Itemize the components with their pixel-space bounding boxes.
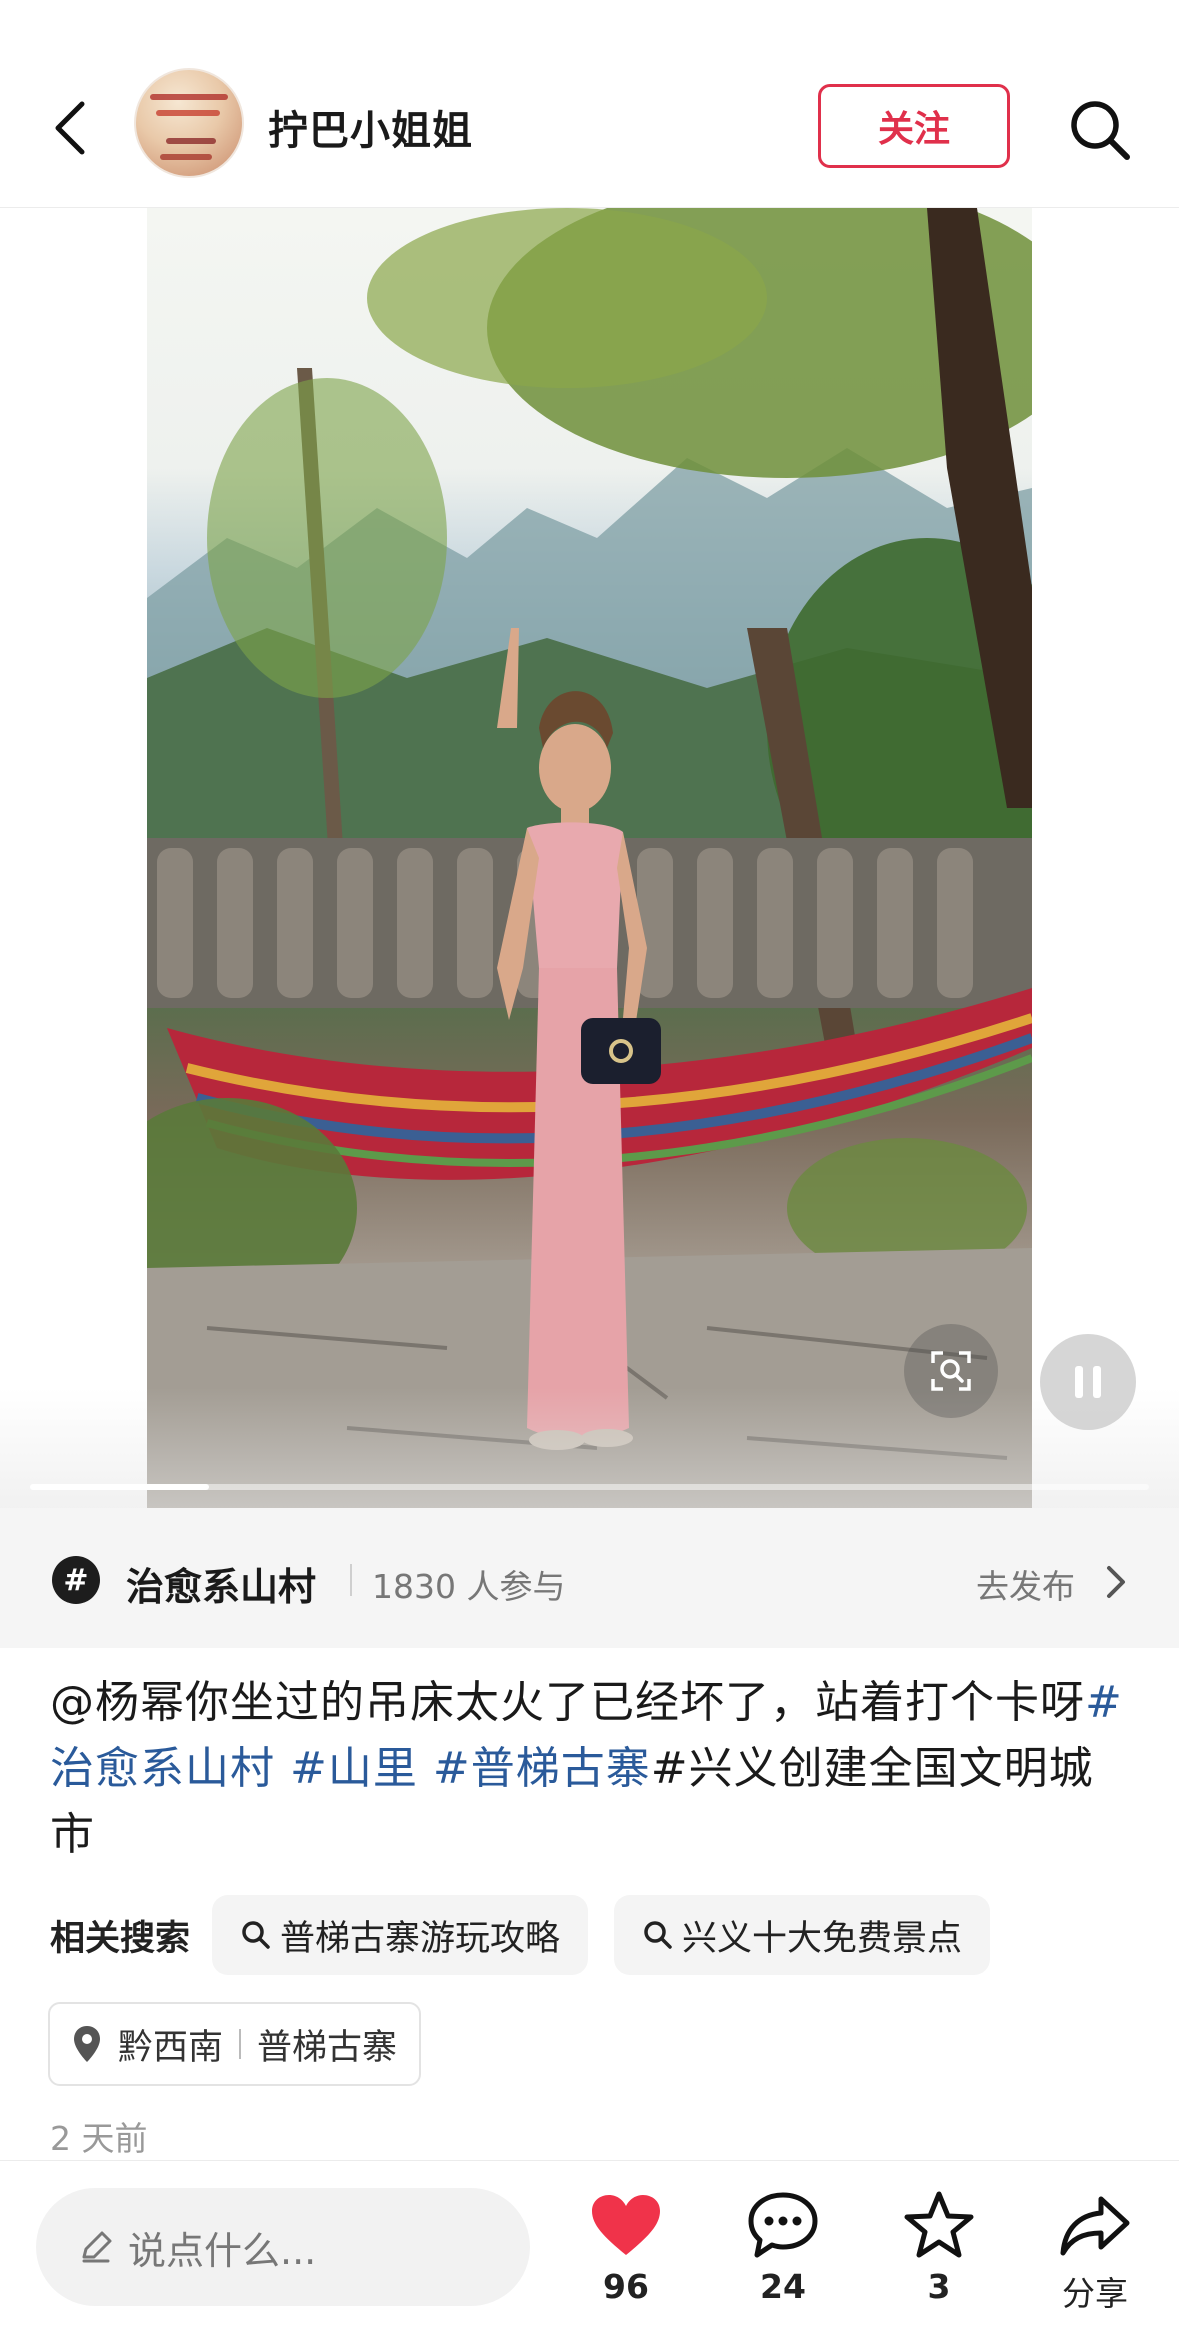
related-search-chip[interactable]: 普梯古寨游玩攻略 <box>212 1895 589 1975</box>
comment-bubble-icon <box>748 2192 818 2258</box>
search-icon <box>644 1921 672 1949</box>
related-search-chip[interactable]: 兴义十大免费景点 <box>614 1895 991 1975</box>
post-photo <box>147 208 1032 1508</box>
like-count: 96 <box>603 2267 649 2306</box>
topic-publish-link[interactable]: 去发布 <box>976 1560 1075 1608</box>
comment-button[interactable]: 24 <box>728 2189 838 2306</box>
pause-button[interactable] <box>1040 1334 1136 1430</box>
video-progress-fill <box>30 1484 210 1490</box>
heart-icon <box>592 2195 660 2255</box>
hashtag-link[interactable]: #山里 <box>275 1743 418 1794</box>
location-divider <box>239 2029 242 2059</box>
bottom-action-bar: 说点什么... 96 24 3 分享 <box>0 2160 1179 2335</box>
image-search-button[interactable] <box>904 1324 998 1418</box>
username[interactable]: 拧巴小姐姐 <box>268 98 473 156</box>
post-time: 2 天前 <box>50 2119 148 2158</box>
back-button[interactable] <box>40 88 100 168</box>
like-button[interactable]: 96 <box>571 2189 681 2306</box>
avatar[interactable] <box>134 68 244 178</box>
pencil-icon <box>82 2231 112 2263</box>
hashtag-icon: # <box>52 1556 100 1604</box>
share-label: 分享 <box>1062 2274 1128 2313</box>
scene-illustration <box>147 208 1032 1508</box>
related-search-text: 兴义十大免费景点 <box>682 1918 963 1959</box>
post-caption: @杨幂你坐过的吊床太火了已经坏了，站着打个卡呀#治愈系山村 #山里 #普梯古寨#… <box>50 1670 1130 1868</box>
favorite-button[interactable]: 3 <box>884 2189 994 2306</box>
search-icon <box>1071 101 1130 160</box>
share-button[interactable]: 分享 <box>1040 2189 1150 2315</box>
topic-bar[interactable]: # 治愈系山村 1830 人参与 去发布 <box>0 1508 1179 1648</box>
location-pin-icon <box>74 2026 100 2062</box>
related-search-label: 相关搜索 <box>50 1918 191 1959</box>
share-arrow-icon <box>1060 2196 1130 2256</box>
caption-text: @杨幂你坐过的吊床太火了已经坏了，站着打个卡呀 <box>50 1677 1085 1728</box>
video-progress-bar[interactable] <box>30 1484 1149 1490</box>
chevron-right-icon[interactable] <box>1098 1562 1134 1602</box>
star-icon <box>904 2191 974 2258</box>
related-searches: 相关搜索 普梯古寨游玩攻略 兴义十大免费景点 <box>50 1895 1016 1975</box>
media-bottom-fade <box>0 1388 1179 1508</box>
back-arrow-icon <box>55 101 85 155</box>
search-button[interactable] <box>1060 90 1140 170</box>
related-search-text: 普梯古寨游玩攻略 <box>280 1918 561 1959</box>
comment-input[interactable]: 说点什么... <box>36 2188 530 2306</box>
favorite-count: 3 <box>927 2267 951 2306</box>
follow-button[interactable]: 关注 <box>818 84 1010 168</box>
pause-icon <box>1075 1366 1101 1398</box>
header: 拧巴小姐姐 关注 <box>0 0 1179 208</box>
comment-count: 24 <box>760 2267 806 2306</box>
location-place: 普梯古寨 <box>257 2027 398 2068</box>
hashtag-link[interactable]: #普梯古寨 <box>418 1743 651 1794</box>
topic-name[interactable]: 治愈系山村 <box>126 1556 316 1611</box>
location-tag[interactable]: 黔西南 普梯古寨 <box>48 2002 422 2086</box>
comment-placeholder: 说点什么... <box>128 2228 317 2273</box>
topic-participant-count: 1830 人参与 <box>372 1567 566 1606</box>
location-region: 黔西南 <box>118 2027 224 2068</box>
topic-divider <box>350 1564 352 1596</box>
post-media[interactable] <box>0 208 1179 1508</box>
scan-lens-icon <box>931 1351 971 1391</box>
search-icon <box>242 1921 270 1949</box>
